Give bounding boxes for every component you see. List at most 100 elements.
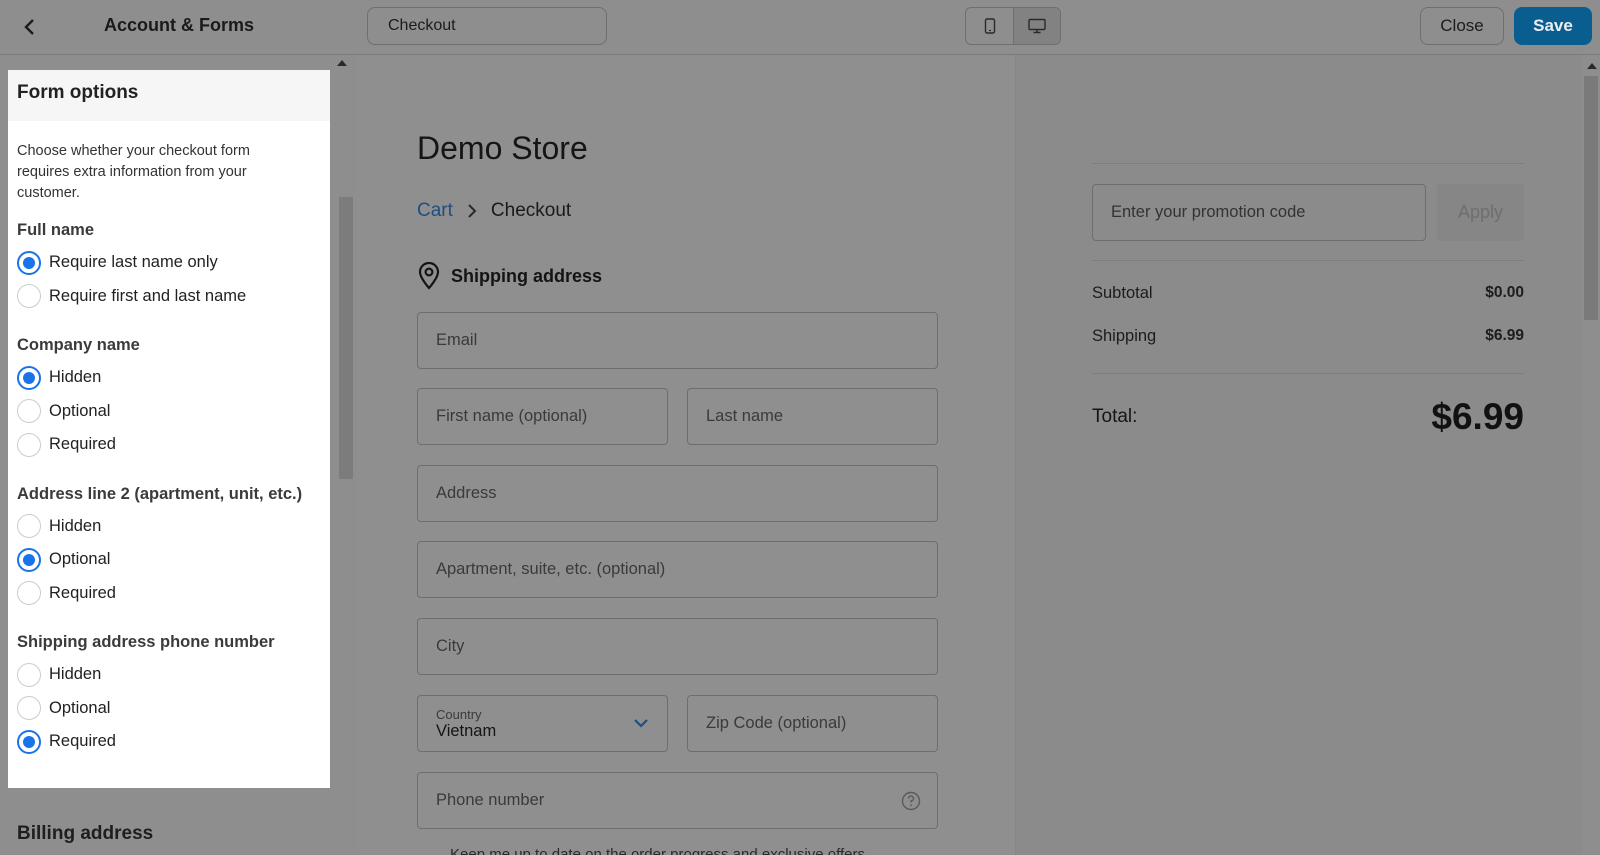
radio-label: Hidden <box>49 368 102 387</box>
address-field[interactable]: Address <box>417 465 938 522</box>
radio-label: Require first and last name <box>49 286 247 305</box>
settings-sidebar: Form options Choose whether your checkou… <box>0 55 357 855</box>
radio-selected-icon[interactable] <box>17 729 41 754</box>
radio-selected-icon[interactable] <box>17 365 41 390</box>
radio-unselected-icon[interactable] <box>17 696 41 721</box>
device-toggle <box>965 7 1061 45</box>
radio-option[interactable]: Optional <box>17 543 321 577</box>
radio-option[interactable]: Hidden <box>17 658 321 692</box>
breadcrumb: Cart Checkout <box>417 200 571 222</box>
radio-selected-icon[interactable] <box>17 547 41 572</box>
radio-label: Required <box>49 583 116 602</box>
radio-label: Required <box>49 732 116 751</box>
country-select[interactable]: Country Vietnam <box>417 695 668 752</box>
scroll-up-arrow-icon[interactable] <box>337 60 347 66</box>
desktop-icon <box>1028 18 1046 34</box>
sidebar-scrollbar[interactable] <box>339 197 353 479</box>
option-group: Full name Require last name only Require f… <box>17 221 321 313</box>
radio-unselected-icon[interactable] <box>17 399 41 424</box>
radio-option[interactable]: Optional <box>17 395 321 429</box>
phone-number-field[interactable]: Phone number <box>417 772 938 829</box>
option-group-title: Company name <box>17 336 140 354</box>
shipping-address-heading: Shipping address <box>417 262 602 290</box>
promotion-code-input[interactable]: Enter your promotion code <box>1092 184 1426 241</box>
total-value: $6.99 <box>1431 396 1524 437</box>
phone-number-placeholder: Phone number <box>436 791 545 809</box>
chevron-down-icon <box>634 719 648 728</box>
top-bar: Account & Forms Checkout Close Save <box>0 0 1600 55</box>
radio-label: Required <box>49 435 116 454</box>
page-selector[interactable]: Checkout <box>367 7 607 45</box>
location-pin-icon <box>418 262 440 290</box>
radio-unselected-icon[interactable] <box>17 284 41 309</box>
radio-label: Optional <box>49 401 111 420</box>
billing-address-section[interactable]: Billing address <box>17 823 153 845</box>
help-circle-icon[interactable] <box>901 791 921 811</box>
last-name-field[interactable]: Last name <box>687 388 938 445</box>
desktop-view-button[interactable] <box>1013 8 1060 44</box>
email-field[interactable]: Email <box>417 312 938 369</box>
radio-unselected-icon[interactable] <box>17 514 41 539</box>
subtotal-label: Subtotal <box>1092 284 1153 302</box>
save-button[interactable]: Save <box>1514 7 1592 45</box>
summary-divider <box>1092 373 1524 374</box>
first-name-field[interactable]: First name (optional) <box>417 388 668 445</box>
radio-option[interactable]: Required <box>17 725 321 759</box>
radio-option[interactable]: Require first and last name <box>17 280 321 314</box>
radio-option[interactable]: Hidden <box>17 361 321 395</box>
country-label: Country <box>436 706 482 722</box>
shipping-label: Shipping <box>1092 327 1157 345</box>
apartment-field[interactable]: Apartment, suite, etc. (optional) <box>417 541 938 598</box>
option-group-title: Shipping address phone number <box>17 633 275 651</box>
back-button[interactable] <box>14 12 44 42</box>
panel-title: Form options <box>8 70 330 121</box>
radio-label: Hidden <box>49 516 102 535</box>
marketing-consent-text: Keep me up to date on the order progress… <box>450 846 865 855</box>
close-button[interactable]: Close <box>1420 7 1504 45</box>
radio-selected-icon[interactable] <box>17 250 41 275</box>
scroll-up-arrow-icon[interactable] <box>1587 63 1597 69</box>
mobile-icon <box>984 18 995 34</box>
radio-option[interactable]: Optional <box>17 692 321 726</box>
summary-divider <box>1092 163 1524 164</box>
chevron-right-icon <box>467 203 477 219</box>
radio-option[interactable]: Require last name only <box>17 246 321 280</box>
zip-code-field[interactable]: Zip Code (optional) <box>687 695 938 752</box>
radio-unselected-icon[interactable] <box>17 662 41 687</box>
breadcrumb-current: Checkout <box>490 200 572 221</box>
radio-unselected-icon[interactable] <box>17 432 41 457</box>
radio-option[interactable]: Required <box>17 577 321 611</box>
store-name: Demo Store <box>417 130 588 166</box>
option-group: Shipping address phone number Hidden Optio… <box>17 633 321 759</box>
radio-label: Optional <box>49 698 111 717</box>
radio-option[interactable]: Hidden <box>17 510 321 544</box>
country-value: Vietnam <box>436 721 497 740</box>
shipping-row: Shipping $6.99 <box>1092 327 1524 346</box>
option-groups: Full name Require last name only Require f… <box>17 221 321 759</box>
summary-divider <box>1092 260 1524 261</box>
apply-promo-button[interactable]: Apply <box>1437 184 1524 241</box>
app-title: Account & Forms <box>104 15 255 35</box>
radio-unselected-icon[interactable] <box>17 581 41 606</box>
option-group: Company name Hidden Optional Required <box>17 336 321 462</box>
option-group-title: Full name <box>17 221 95 239</box>
radio-label: Hidden <box>49 665 102 684</box>
subtotal-row: Subtotal $0.00 <box>1092 284 1524 303</box>
chevron-left-icon <box>24 19 34 35</box>
shipping-value: $6.99 <box>1485 327 1524 344</box>
total-label: Total: <box>1092 406 1138 427</box>
breadcrumb-cart-link[interactable]: Cart <box>417 200 453 222</box>
radio-label: Require last name only <box>49 253 218 272</box>
panel-description: Choose whether your checkout form requir… <box>17 143 250 201</box>
mobile-view-button[interactable] <box>966 8 1013 44</box>
option-group-title: Address line 2 (apartment, unit, etc.) <box>17 484 303 503</box>
order-summary-preview <box>1016 55 1582 855</box>
subtotal-value: $0.00 <box>1485 284 1524 301</box>
option-group: Address line 2 (apartment, unit, etc.) Hi… <box>17 485 321 611</box>
shipping-address-title: Shipping address <box>451 265 603 286</box>
city-field[interactable]: City <box>417 618 938 675</box>
radio-option[interactable]: Required <box>17 428 321 462</box>
form-options-panel: Form options Choose whether your checkou… <box>8 70 330 788</box>
radio-label: Optional <box>49 550 111 569</box>
preview-scrollbar-thumb[interactable] <box>1584 76 1598 320</box>
